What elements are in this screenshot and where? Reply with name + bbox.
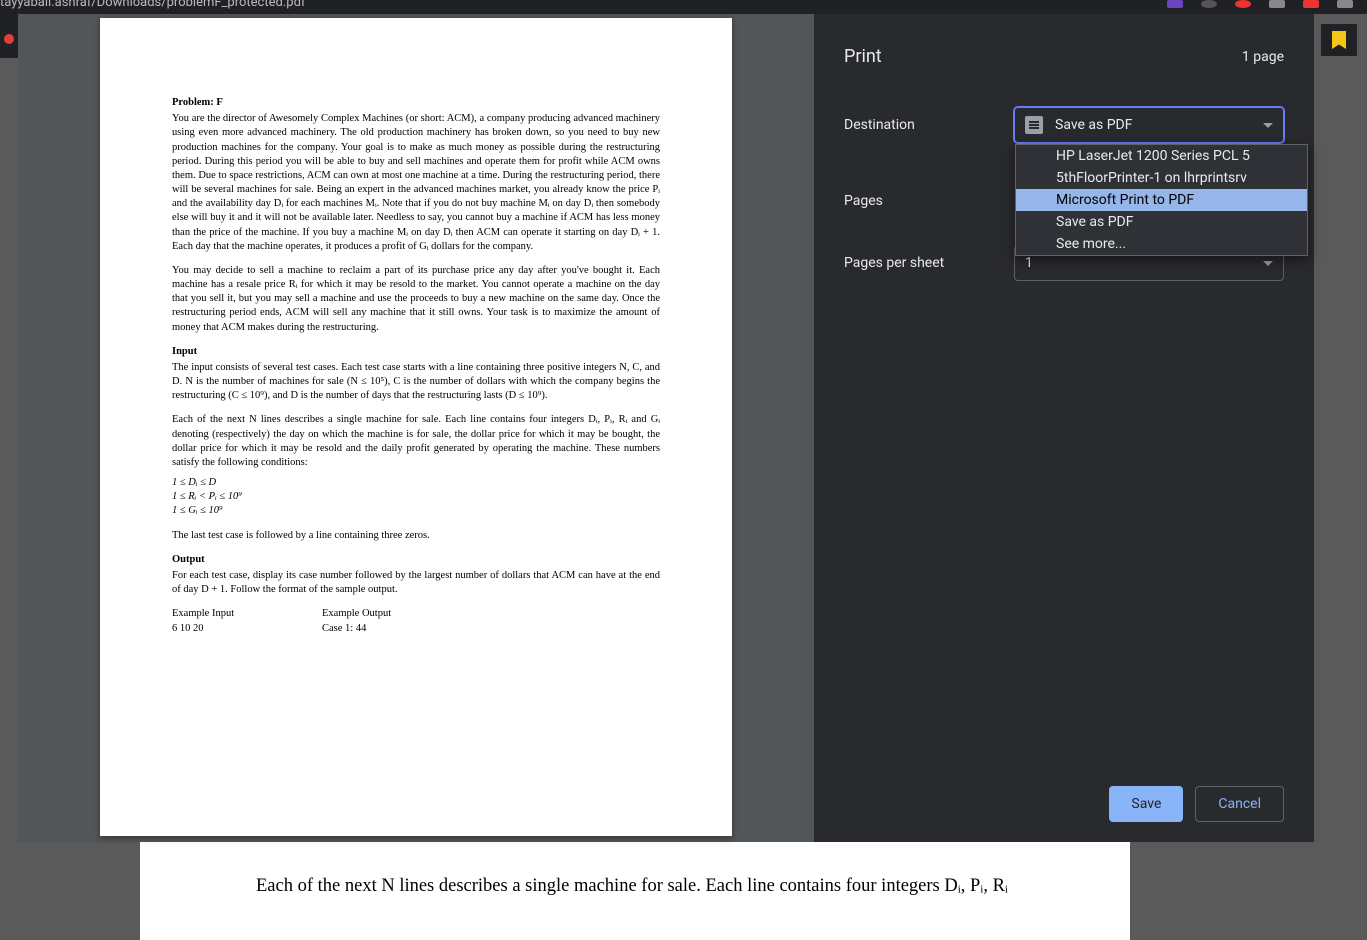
print-preview-pane[interactable]: Problem: F You are the director of Aweso… bbox=[18, 14, 814, 842]
pdf-icon bbox=[1025, 116, 1043, 134]
example-output-heading: Example Output bbox=[322, 607, 472, 621]
ext-icon-5[interactable] bbox=[1303, 0, 1319, 8]
dest-option-5thfloor[interactable]: 5thFloorPrinter-1 on lhrprintsrv bbox=[1016, 167, 1307, 189]
example-output: Case 1: 44 bbox=[322, 622, 472, 636]
para-3: The input consists of several test cases… bbox=[172, 361, 660, 404]
dest-option-hp[interactable]: HP LaserJet 1200 Series PCL 5 bbox=[1016, 145, 1307, 167]
print-dialog: Problem: F You are the director of Aweso… bbox=[18, 14, 1314, 842]
chevron-down-icon bbox=[1263, 123, 1273, 128]
pages-per-sheet-selected: 1 bbox=[1025, 255, 1263, 271]
constraint-2: 1 ≤ Rᵢ < Pᵢ ≤ 10⁹ bbox=[172, 490, 660, 504]
para-1: You are the director of Awesomely Comple… bbox=[172, 112, 660, 254]
constraint-3: 1 ≤ Gᵢ ≤ 10⁹ bbox=[172, 504, 660, 518]
heading-problem: Problem: F bbox=[172, 97, 223, 108]
destination-label: Destination bbox=[844, 117, 1014, 133]
window-path: tayyabali.ashraf/Downloads/problemF_prot… bbox=[0, 0, 305, 10]
titlebar-icons bbox=[1167, 0, 1353, 13]
destination-dropdown: HP LaserJet 1200 Series PCL 5 5thFloorPr… bbox=[1015, 144, 1308, 256]
example-input-heading: Example Input bbox=[172, 607, 322, 621]
print-settings-panel: Print 1 page Destination Save as PDF HP … bbox=[814, 14, 1314, 842]
example-input: 6 10 20 bbox=[172, 622, 322, 636]
constraint-1: 1 ≤ Dᵢ ≤ D bbox=[172, 476, 660, 490]
para-2: You may decide to sell a machine to recl… bbox=[172, 264, 660, 335]
ext-icon-1[interactable] bbox=[1167, 0, 1183, 8]
ext-icon-6[interactable] bbox=[1337, 0, 1353, 8]
preview-page: Problem: F You are the director of Aweso… bbox=[100, 18, 732, 836]
background-text-line: Each of the next N lines describes a sin… bbox=[256, 876, 1008, 896]
bookmark-button[interactable] bbox=[1321, 24, 1357, 56]
cancel-button[interactable]: Cancel bbox=[1195, 786, 1284, 822]
print-title: Print bbox=[844, 46, 882, 67]
heading-output: Output bbox=[172, 554, 205, 565]
tab-indicator-icon[interactable] bbox=[4, 34, 14, 44]
background-page: Each of the next N lines describes a sin… bbox=[140, 842, 1130, 940]
ext-icon-4[interactable] bbox=[1269, 0, 1285, 8]
ext-icon-2[interactable] bbox=[1201, 0, 1217, 8]
save-button[interactable]: Save bbox=[1109, 786, 1183, 822]
ext-icon-3[interactable] bbox=[1235, 0, 1251, 8]
bookmark-icon bbox=[1332, 31, 1346, 49]
para-5: The last test case is followed by a line… bbox=[172, 529, 660, 543]
para-4: Each of the next N lines describes a sin… bbox=[172, 413, 660, 470]
dest-option-seemore[interactable]: See more... bbox=[1016, 233, 1307, 255]
pages-label: Pages bbox=[844, 193, 1014, 209]
destination-selected: Save as PDF bbox=[1055, 117, 1263, 133]
page-count: 1 page bbox=[1242, 49, 1284, 65]
dest-option-saveaspdf[interactable]: Save as PDF bbox=[1016, 211, 1307, 233]
destination-select[interactable]: Save as PDF HP LaserJet 1200 Series PCL … bbox=[1014, 107, 1284, 143]
heading-input: Input bbox=[172, 346, 197, 357]
dest-option-msprint[interactable]: Microsoft Print to PDF bbox=[1016, 189, 1307, 211]
pages-per-sheet-label: Pages per sheet bbox=[844, 255, 1014, 271]
chevron-down-icon bbox=[1263, 261, 1273, 266]
para-6: For each test case, display its case num… bbox=[172, 569, 660, 597]
